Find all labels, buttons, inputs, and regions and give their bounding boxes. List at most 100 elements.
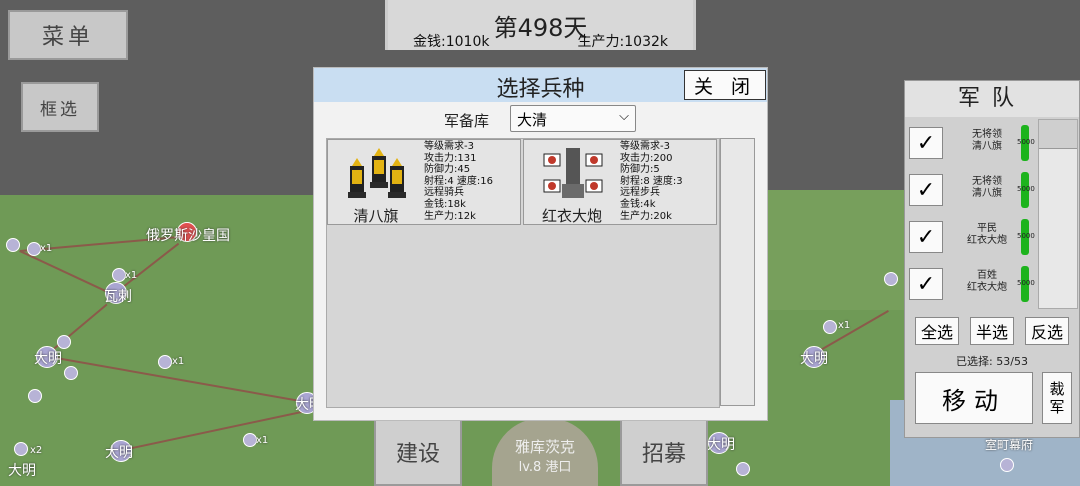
build-button[interactable]: 建设 [374,418,462,486]
army-item[interactable]: ✓ 平民 红衣大炮 5000 [907,215,1035,261]
unit-count-label: x1 [172,356,185,367]
unit-marker[interactable] [6,238,20,252]
health-value: 5000 [1017,232,1035,240]
unit-marker[interactable] [64,366,78,380]
army-item[interactable]: ✓ 无将领 清八旗 5000 [907,121,1035,167]
army-item-commander: 无将领 [972,176,1002,187]
bannermen-icon [348,148,406,198]
menu-button[interactable]: 菜单 [8,10,128,60]
unit-marker[interactable] [884,272,898,286]
stat-type: 远程骑兵 [424,187,464,199]
unit-list[interactable]: 清八旗 等级需求-3 攻击力:131 防御力:45 射程:4 速度:16 远程骑… [326,138,720,408]
move-button[interactable]: 移动 [915,372,1033,424]
stat-level-req: 等级需求-3 [424,141,474,152]
unit-marker[interactable] [28,389,42,403]
army-item[interactable]: ✓ 无将领 清八旗 5000 [907,168,1035,214]
army-item-unit: 清八旗 [972,141,1002,152]
map-label-daming: 大明 [34,351,62,367]
unit-name: 清八旗 [353,207,399,225]
map-label-daming: 大明 [8,463,36,479]
health-value: 5000 [1017,138,1035,146]
cannon-icon [543,148,603,198]
army-list-scrollbar[interactable] [1038,119,1078,309]
close-button[interactable]: 关 闭 [684,70,766,100]
unit-name: 红衣大炮 [541,207,602,225]
armory-dropdown[interactable]: 大清 ⌵ [510,105,636,132]
chevron-down-icon: ⌵ [619,109,629,124]
unit-marker[interactable] [14,442,28,456]
map-label-russia: 俄罗斯沙皇国 [146,228,230,244]
stat-money: 金钱:18k [424,198,466,210]
dialog-header: 选择兵种 关 闭 [314,68,767,102]
production-readout: 生产力:1032k [577,34,668,50]
stat-range-speed: 射程:8 速度:3 [620,175,683,187]
unit-stats: 等级需求-3 攻击力:131 防御力:45 射程:4 速度:16 远程骑兵 金钱… [424,141,493,222]
unit-marker[interactable] [158,355,172,369]
box-select-button[interactable]: 框选 [21,82,99,132]
stat-attack: 攻击力:131 [424,152,477,164]
stat-production: 生产力:12k [424,210,476,222]
army-item-unit: 红衣大炮 [967,282,1007,293]
select-unit-dialog: 选择兵种 关 闭 军备库 大清 ⌵ 清八旗 等级需求-3 攻击力:131 防御力… [313,67,768,421]
scrollbar-thumb[interactable] [1039,120,1077,149]
select-half-button[interactable]: 半选 [970,317,1014,345]
unit-stats: 等级需求-3 攻击力:200 防御力:5 射程:8 速度:3 远程步兵 金钱:4… [620,141,683,222]
stat-level-req: 等级需求-3 [620,141,670,152]
unit-marker[interactable] [27,242,41,256]
stat-defense: 防御力:45 [424,164,471,176]
map-label-walla: 瓦剌 [104,289,132,305]
unit-marker[interactable] [57,335,71,349]
resource-hud: 第498天 金钱:1010k 生产力:1032k [385,0,696,50]
unit-marker[interactable] [243,433,257,447]
army-item-label: 无将领 清八旗 [957,129,1017,153]
stat-defense: 防御力:5 [620,164,660,176]
stat-type: 远程步兵 [620,187,660,199]
army-title: 军队 [905,81,1079,117]
health-value: 5000 [1017,185,1035,193]
armory-label: 军备库 [444,112,490,130]
map-label-daming: 大明 [105,445,133,461]
map-label-daming: 大明 [800,351,828,367]
unit-card-red-cannon[interactable]: 红衣大炮 等级需求-3 攻击力:200 防御力:5 射程:8 速度:3 远程步兵… [523,139,717,225]
army-item-unit: 清八旗 [972,188,1002,199]
invert-selection-button[interactable]: 反选 [1025,317,1069,345]
army-item[interactable]: ✓ 百姓 红衣大炮 5000 [907,262,1035,308]
armory-dropdown-value: 大清 [517,111,548,129]
army-item-unit: 红衣大炮 [967,235,1007,246]
stat-money: 金钱:4k [620,198,656,210]
recruit-button[interactable]: 招募 [620,418,708,486]
army-item-commander: 无将领 [972,129,1002,140]
army-item-checkbox[interactable]: ✓ [909,221,943,253]
army-item-checkbox[interactable]: ✓ [909,268,943,300]
city-name: 雅库茨克 [514,438,575,456]
unit-count-label: x1 [838,320,851,331]
stat-attack: 攻击力:200 [620,152,673,164]
army-item-commander: 百姓 [977,270,997,281]
disband-button[interactable]: 裁军 [1042,372,1072,424]
map-label-shogunate: 室町幕府 [985,438,1034,452]
unit-card-qing-banner[interactable]: 清八旗 等级需求-3 攻击力:131 防御力:45 射程:4 速度:16 远程骑… [327,139,521,225]
army-item-checkbox[interactable]: ✓ [909,174,943,206]
unit-count-label: x1 [256,435,269,446]
map-label-daming: 大明 [707,437,735,453]
army-item-commander: 平民 [977,223,997,234]
army-list[interactable]: ✓ 无将领 清八旗 5000 ✓ 无将领 清八旗 5000 ✓ 平民 红衣大炮 [905,119,1035,309]
selected-count: 已选择: 53/53 [956,355,1028,368]
unit-marker[interactable] [823,320,837,334]
unit-marker[interactable] [736,462,750,476]
select-all-button[interactable]: 全选 [915,317,959,345]
army-panel: 军队 ✓ 无将领 清八旗 5000 ✓ 无将领 清八旗 5000 ✓ 平民 红衣… [904,80,1080,438]
army-item-label: 无将领 清八旗 [957,176,1017,200]
unit-count-label: x1 [40,243,53,254]
money-readout: 金钱:1010k [413,34,490,50]
unit-list-scrollbar[interactable] [720,138,755,406]
stat-range-speed: 射程:4 速度:16 [424,175,494,187]
army-item-checkbox[interactable]: ✓ [909,127,943,159]
army-item-label: 平民 红衣大炮 [957,223,1017,247]
stat-production: 生产力:20k [620,210,672,222]
unit-marker[interactable] [1000,458,1014,472]
unit-marker[interactable] [112,268,126,282]
unit-count-label: x2 [30,445,43,456]
city-level: lv.8 港口 [518,460,572,475]
unit-count-label: x1 [125,270,138,281]
